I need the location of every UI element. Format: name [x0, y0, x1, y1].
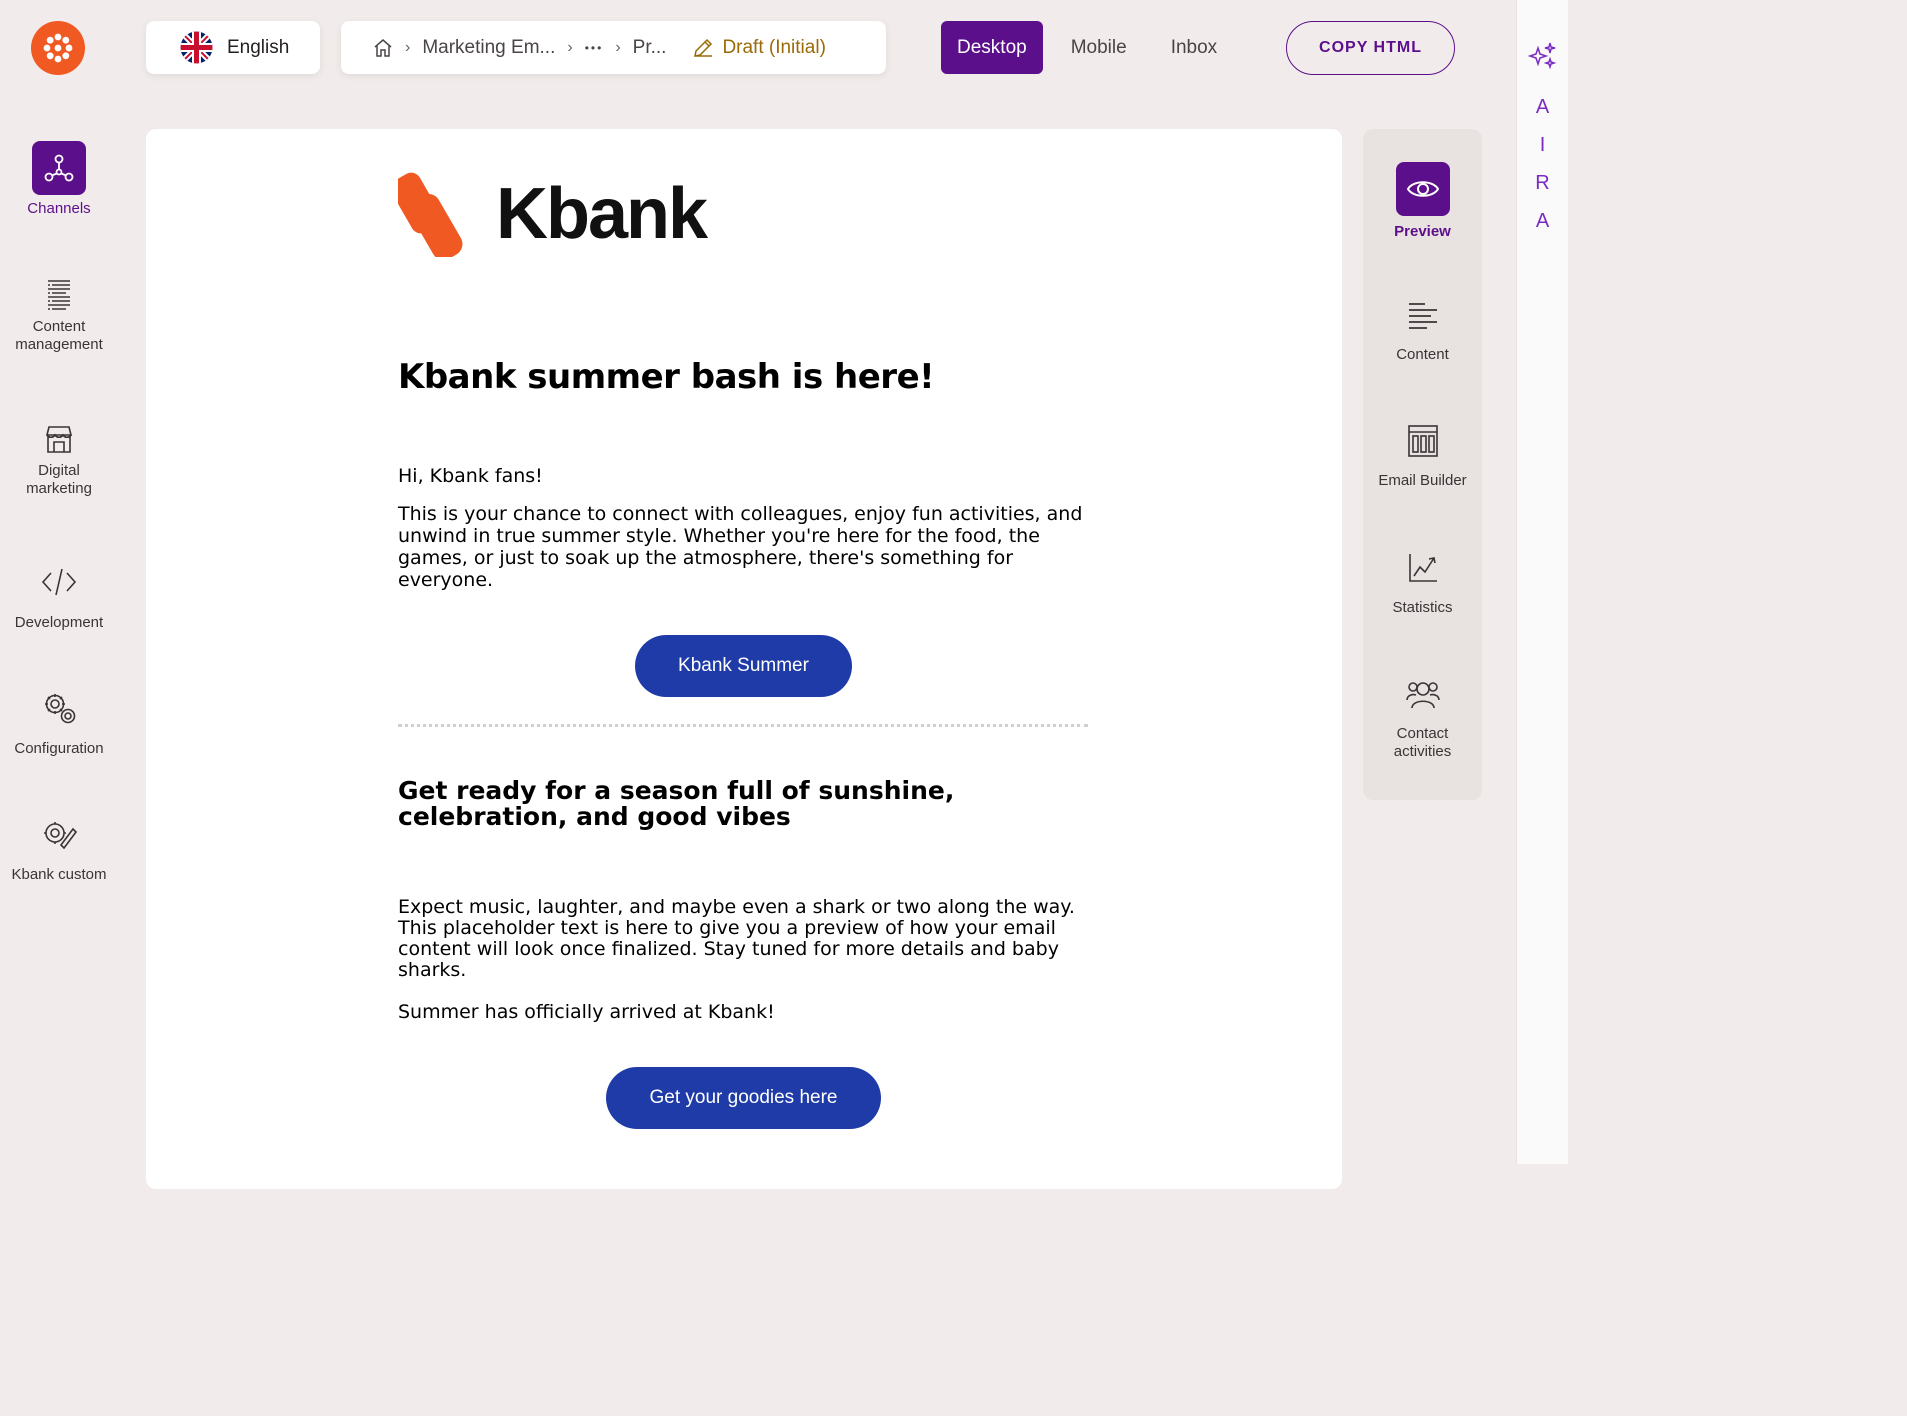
uk-flag-icon [180, 31, 213, 64]
tool-content[interactable]: Content [1363, 297, 1482, 364]
aira-letter: R [1535, 172, 1550, 194]
brand-name: Kbank [496, 174, 708, 254]
copy-html-button[interactable]: COPY HTML [1286, 21, 1455, 75]
breadcrumb-item[interactable]: Pr... [633, 37, 667, 59]
tool-label: Email Builder [1378, 472, 1467, 489]
nav-label: Configuration [14, 740, 104, 757]
email-preview-canvas: Kbank Kbank summer bash is here! Hi, Kba… [146, 129, 1342, 1189]
content-management-icon [32, 276, 86, 314]
tab-desktop[interactable]: Desktop [941, 21, 1043, 74]
aira-letter: I [1539, 134, 1546, 156]
tool-panel: Preview Content Email Builder Statistics [1363, 129, 1482, 800]
nav-item-configuration[interactable]: Configuration [0, 689, 118, 758]
nav-item-kbank-custom[interactable]: Kbank custom [0, 815, 118, 884]
kbank-logo: Kbank [398, 171, 708, 257]
channels-icon [32, 141, 86, 195]
nav-label: Content management [15, 318, 103, 353]
tool-label: Statistics [1392, 599, 1453, 616]
code-icon [32, 563, 86, 601]
email-greeting: Hi, Kbank fans! [398, 465, 543, 487]
email-paragraph: Expect music, laughter, and maybe even a… [398, 896, 1075, 981]
home-icon[interactable] [373, 38, 393, 58]
aira-panel[interactable]: A I R A [1516, 0, 1568, 1164]
contacts-icon [1396, 676, 1450, 712]
custom-gear-icon [32, 815, 86, 853]
section-divider [398, 724, 1088, 727]
flower-logo-icon [43, 33, 73, 63]
email-heading: Kbank summer bash is here! [398, 357, 935, 397]
eye-icon [1395, 162, 1450, 216]
tool-contact-activities[interactable]: Contact activities [1363, 676, 1482, 761]
email-subheading: Get ready for a season full of sunshine,… [398, 776, 955, 831]
tool-label: Preview [1394, 223, 1451, 240]
nav-item-digital-marketing[interactable]: Digital marketing [0, 420, 118, 498]
breadcrumb-item[interactable]: Marketing Em... [422, 37, 555, 59]
digital-marketing-icon [32, 420, 86, 458]
tool-label: Content [1396, 346, 1449, 363]
gears-icon [32, 689, 86, 727]
language-selector[interactable]: English [146, 21, 320, 74]
view-tabs: Desktop Mobile Inbox [941, 21, 1233, 74]
tab-mobile[interactable]: Mobile [1055, 21, 1143, 74]
pencil-icon [694, 38, 713, 57]
nav-label: Kbank custom [11, 866, 107, 883]
nav-item-development[interactable]: Development [0, 563, 118, 632]
app-logo[interactable] [31, 21, 85, 75]
breadcrumb-ellipsis[interactable]: ••• [585, 41, 604, 55]
email-builder-icon [1396, 423, 1450, 459]
tab-inbox[interactable]: Inbox [1155, 21, 1233, 74]
aira-letter: A [1535, 96, 1550, 118]
aira-letter: A [1535, 210, 1550, 232]
email-paragraph: Summer has officially arrived at Kbank! [398, 1001, 775, 1023]
tool-preview[interactable]: Preview [1363, 162, 1482, 241]
breadcrumb: › Marketing Em... › ••• › Pr... Draft (I… [341, 21, 886, 74]
nav-label: Development [14, 614, 104, 631]
tool-label: Contact activities [1393, 725, 1452, 760]
nav-item-content-management[interactable]: Content management [0, 276, 118, 354]
aira-label: A I R A [1535, 88, 1549, 240]
left-navigation: Channels Content management Digital mark… [0, 0, 118, 1164]
get-goodies-button[interactable]: Get your goodies here [606, 1067, 881, 1129]
draft-status[interactable]: Draft (Initial) [692, 36, 826, 59]
tool-email-builder[interactable]: Email Builder [1363, 423, 1482, 490]
statistics-icon [1396, 550, 1450, 586]
draft-status-label: Draft (Initial) [722, 36, 826, 58]
breadcrumb-separator-icon: › [405, 38, 411, 56]
kbank-summer-button[interactable]: Kbank Summer [635, 635, 852, 697]
tool-statistics[interactable]: Statistics [1363, 550, 1482, 617]
kbank-mark-icon [398, 172, 463, 257]
email-paragraph: This is your chance to connect with coll… [398, 503, 1083, 591]
breadcrumb-separator-icon: › [615, 38, 621, 56]
sparkle-icon[interactable] [1527, 40, 1558, 70]
language-label: English [227, 36, 290, 58]
nav-label: Digital marketing [26, 462, 92, 497]
breadcrumb-separator-icon: › [567, 38, 573, 56]
nav-item-channels[interactable]: Channels [0, 141, 118, 218]
content-lines-icon [1396, 297, 1450, 333]
nav-label: Channels [27, 200, 91, 217]
